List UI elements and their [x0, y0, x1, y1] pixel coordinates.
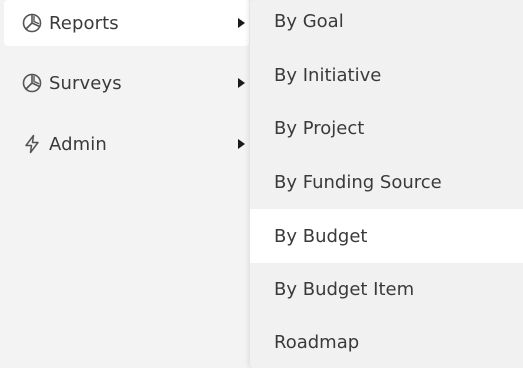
submenu-item-by-project[interactable]: By Project	[250, 101, 523, 155]
menu-root: Reports Surveys Admin By Goal By Initiat…	[0, 0, 523, 368]
pie-chart-icon	[20, 71, 44, 95]
submenu-item-by-budget[interactable]: By Budget	[250, 209, 523, 263]
reports-submenu: By Goal By Initiative By Project By Fund…	[250, 0, 523, 368]
sidebar: Reports Surveys Admin	[0, 0, 250, 368]
sidebar-item-label: Surveys	[49, 72, 122, 94]
submenu-item-roadmap[interactable]: Roadmap	[250, 315, 523, 368]
sidebar-item-reports[interactable]: Reports	[4, 0, 249, 46]
submenu-item-by-goal[interactable]: By Goal	[250, 0, 523, 48]
sidebar-item-label: Reports	[49, 12, 119, 34]
sidebar-item-label: Admin	[49, 133, 107, 155]
pie-chart-icon	[20, 11, 44, 35]
sidebar-item-admin[interactable]: Admin	[4, 121, 249, 167]
caret-right-icon	[238, 139, 245, 149]
caret-right-icon	[238, 78, 245, 88]
caret-right-icon	[238, 18, 245, 28]
sidebar-item-surveys[interactable]: Surveys	[4, 60, 249, 106]
submenu-item-by-budget-item[interactable]: By Budget Item	[250, 262, 523, 316]
submenu-item-by-initiative[interactable]: By Initiative	[250, 48, 523, 102]
lightning-icon	[20, 132, 44, 156]
submenu-item-by-funding-source[interactable]: By Funding Source	[250, 155, 523, 209]
